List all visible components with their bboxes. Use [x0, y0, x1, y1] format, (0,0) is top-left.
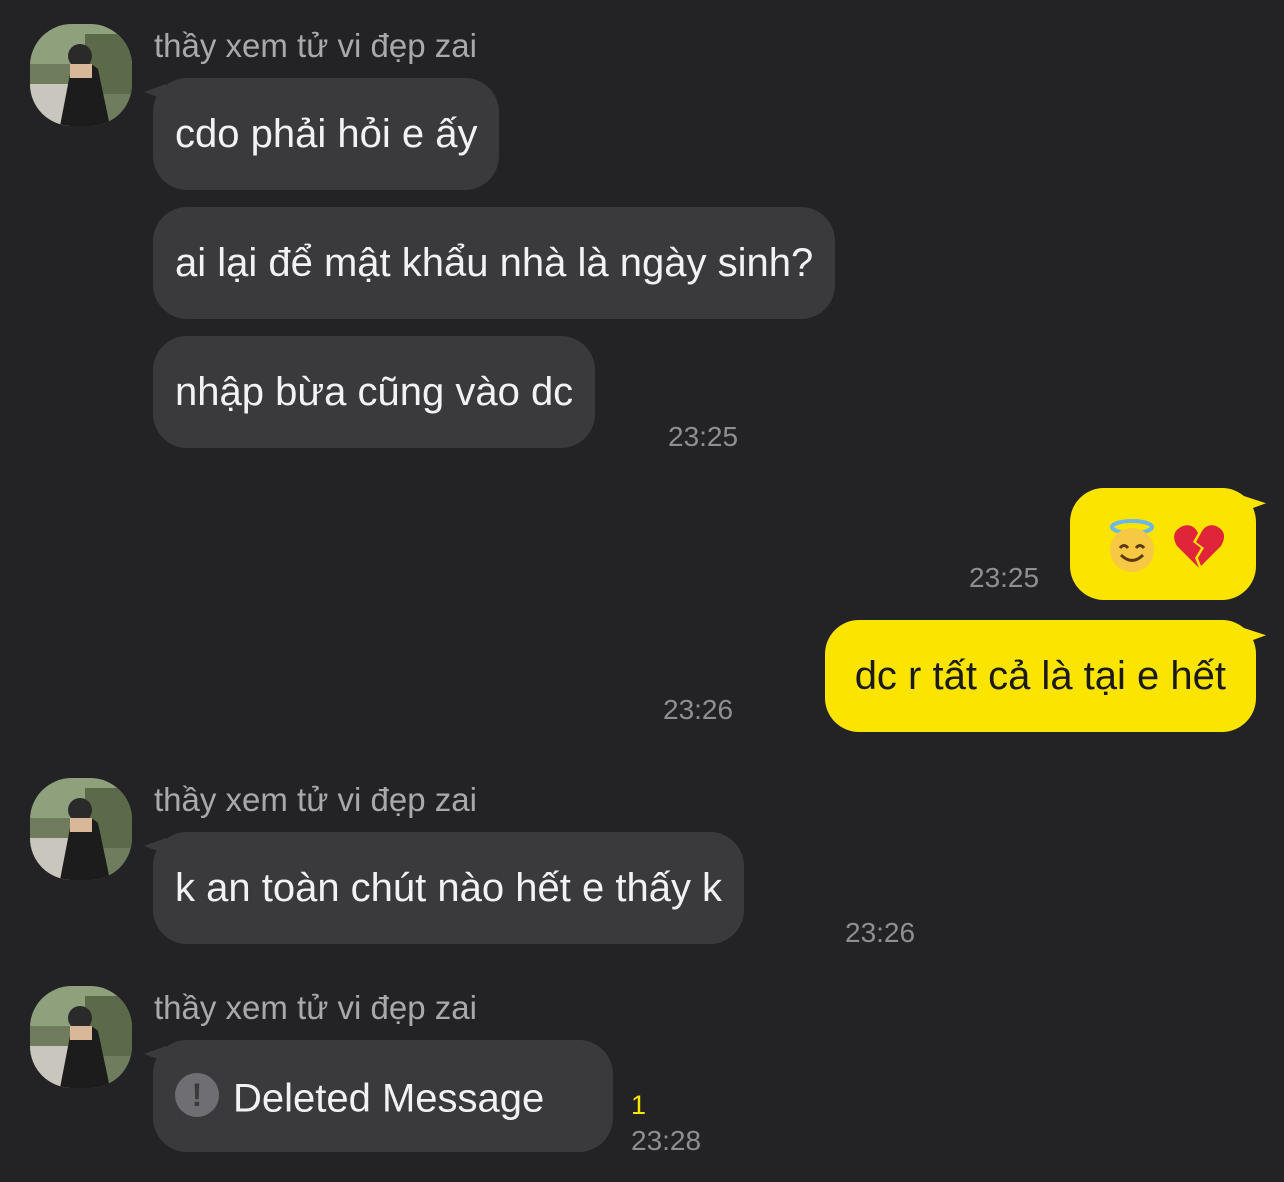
- unread-count: 1: [631, 1090, 647, 1120]
- incoming-message[interactable]: ai lại để mật khẩu nhà là ngày sinh?: [153, 207, 836, 319]
- chat-thread: thầy xem tử vi đẹp zai cdo phải hỏi e ấy…: [0, 0, 1284, 1182]
- sender-avatar[interactable]: [30, 778, 132, 880]
- sender-name: thầy xem tử vi đẹp zai: [154, 27, 477, 64]
- message-time: 23:26: [663, 694, 734, 725]
- sender-avatar[interactable]: [30, 24, 132, 126]
- message-time: 23:28: [631, 1125, 702, 1156]
- outgoing-message[interactable]: dc r tất cả là tại e hết: [824, 620, 1256, 732]
- deleted-message[interactable]: ! Deleted Message: [153, 1040, 613, 1152]
- message-time: 23:25: [969, 562, 1040, 593]
- outgoing-message[interactable]: [1070, 488, 1256, 600]
- incoming-message[interactable]: cdo phải hỏi e ấy: [153, 78, 500, 190]
- smiling-face-with-halo-icon: [1110, 519, 1154, 573]
- incoming-message[interactable]: k an toàn chút nào hết e thấy k: [153, 832, 745, 944]
- sender-name: thầy xem tử vi đẹp zai: [154, 989, 477, 1026]
- sender-name: thầy xem tử vi đẹp zai: [154, 781, 477, 818]
- sender-avatar[interactable]: [30, 986, 132, 1088]
- message-time: 23:25: [668, 421, 739, 452]
- alert-icon: !: [175, 1073, 219, 1118]
- incoming-message[interactable]: nhập bừa cũng vào dc: [153, 336, 596, 448]
- message-time: 23:26: [845, 917, 916, 948]
- deleted-message-label: Deleted Message: [233, 1076, 545, 1121]
- broken-heart-icon: [1174, 525, 1225, 569]
